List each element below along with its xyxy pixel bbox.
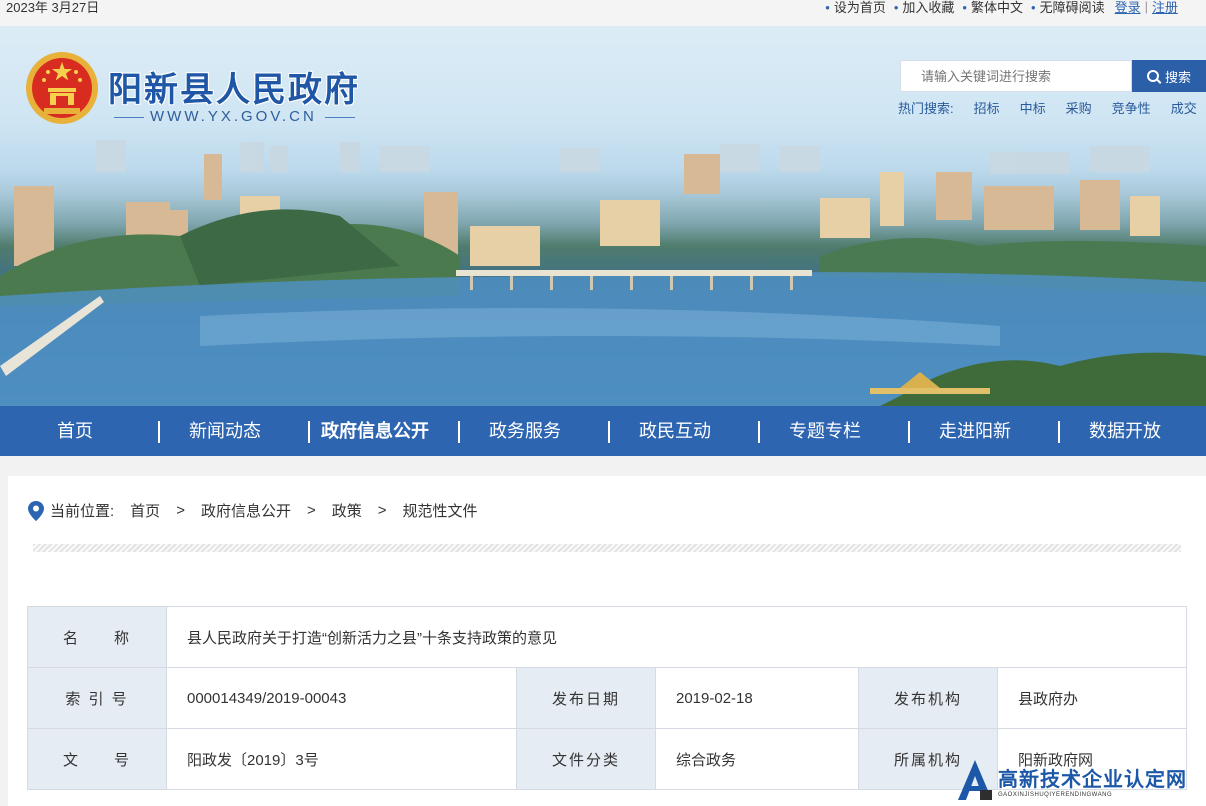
striped-divider	[33, 544, 1181, 552]
breadcrumb-separator: >	[377, 502, 387, 519]
category-label: 文件分类	[516, 728, 656, 790]
national-emblem-icon	[26, 52, 98, 124]
nav-item-about[interactable]: 走进阳新	[900, 406, 1050, 456]
nav-item-topics[interactable]: 专题专栏	[750, 406, 900, 456]
nav-item-home[interactable]: 首页	[0, 406, 150, 456]
breadcrumb: 当前位置: 首页 > 政府信息公开 > 政策 > 规范性文件	[28, 500, 494, 521]
watermark-sub-text: GAOXINJISHUQIYERENDINGWANG	[998, 791, 1113, 798]
main-nav: 首页 新闻动态 政府信息公开 政务服务 政民互动 专题专栏 走进阳新 数据开放	[0, 406, 1206, 456]
hot-keyword[interactable]: 采购	[1066, 98, 1092, 117]
nav-item-news[interactable]: 新闻动态	[150, 406, 300, 456]
hot-keyword[interactable]: 招标	[974, 98, 1000, 117]
breadcrumb-normative-docs[interactable]: 规范性文件	[403, 500, 478, 521]
nav-item-interaction[interactable]: 政民互动	[600, 406, 750, 456]
utility-links: 设为首页 加入收藏 繁体中文 无障碍阅读 登录 | 注册	[817, 0, 1178, 16]
index-value: 000014349/2019-00043	[166, 667, 517, 729]
watermark-text: 高新技术企业认定网 GAOXINJISHUQIYERENDINGWANG	[998, 763, 1187, 798]
hot-keyword[interactable]: 中标	[1020, 98, 1046, 117]
add-favorite-link[interactable]: 加入收藏	[894, 0, 954, 16]
header-banner: 阳新县人民政府 WWW.YX.GOV.CN 搜索 热门搜索: 招标 中标 采购 …	[0, 26, 1206, 406]
hot-keyword[interactable]: 成交	[1171, 98, 1197, 117]
nav-item-services[interactable]: 政务服务	[450, 406, 600, 456]
name-label: 名 称	[27, 606, 167, 668]
site-title[interactable]: 阳新县人民政府	[108, 62, 360, 111]
search-input[interactable]	[901, 61, 1131, 91]
top-utility-bar: 2023年 3月27日 设为首页 加入收藏 繁体中文 无障碍阅读 登录 | 注册	[0, 0, 1206, 26]
register-link[interactable]: 注册	[1152, 0, 1178, 16]
table-row: 名 称 县人民政府关于打造“创新活力之县”十条支持政策的意见	[27, 606, 1187, 668]
traditional-chinese-link[interactable]: 繁体中文	[962, 0, 1023, 16]
hot-search: 热门搜索: 招标 中标 采购 竞争性 成交	[898, 98, 1197, 117]
docno-label: 文 号	[27, 728, 167, 790]
category-value: 综合政务	[655, 728, 859, 790]
breadcrumb-gov-info[interactable]: 政府信息公开	[201, 500, 291, 521]
watermark-logo: 高新技术企业认定网 GAOXINJISHUQIYERENDINGWANG	[958, 756, 1204, 804]
table-row: 索 引 号 000014349/2019-00043 发布日期 2019-02-…	[27, 667, 1187, 729]
index-label: 索 引 号	[27, 667, 167, 729]
date-label: 发布日期	[516, 667, 656, 729]
current-date: 2023年 3月27日	[6, 0, 100, 15]
breadcrumb-separator: >	[176, 502, 185, 519]
breadcrumb-home[interactable]: 首页	[130, 500, 160, 521]
nav-item-open-data[interactable]: 数据开放	[1050, 406, 1200, 456]
location-pin-icon	[28, 500, 44, 521]
watermark-main-text: 高新技术企业认定网	[998, 768, 1187, 791]
nav-item-gov-info[interactable]: 政府信息公开	[300, 406, 450, 456]
search-box	[900, 60, 1132, 92]
link-separator: |	[1144, 0, 1148, 14]
watermark-a-icon	[958, 760, 992, 800]
name-value: 县人民政府关于打造“创新活力之县”十条支持政策的意见	[166, 606, 1187, 668]
set-homepage-link[interactable]: 设为首页	[825, 0, 886, 16]
hot-keyword[interactable]: 竞争性	[1112, 98, 1151, 117]
search-button[interactable]: 搜索	[1132, 60, 1206, 92]
login-link[interactable]: 登录	[1115, 0, 1141, 16]
breadcrumb-policy[interactable]: 政策	[332, 500, 362, 521]
search-icon	[1146, 70, 1159, 82]
hot-search-label: 热门搜索:	[898, 101, 954, 116]
org-value: 县政府办	[997, 667, 1187, 729]
docno-value: 阳政发〔2019〕3号	[166, 728, 517, 790]
search-button-label: 搜索	[1164, 69, 1191, 85]
org-label: 发布机构	[858, 667, 998, 729]
date-value: 2019-02-18	[655, 667, 859, 729]
accessibility-link[interactable]: 无障碍阅读	[1031, 0, 1105, 16]
breadcrumb-label: 当前位置:	[50, 503, 115, 520]
site-url: WWW.YX.GOV.CN	[114, 108, 355, 125]
breadcrumb-separator: >	[306, 502, 316, 519]
